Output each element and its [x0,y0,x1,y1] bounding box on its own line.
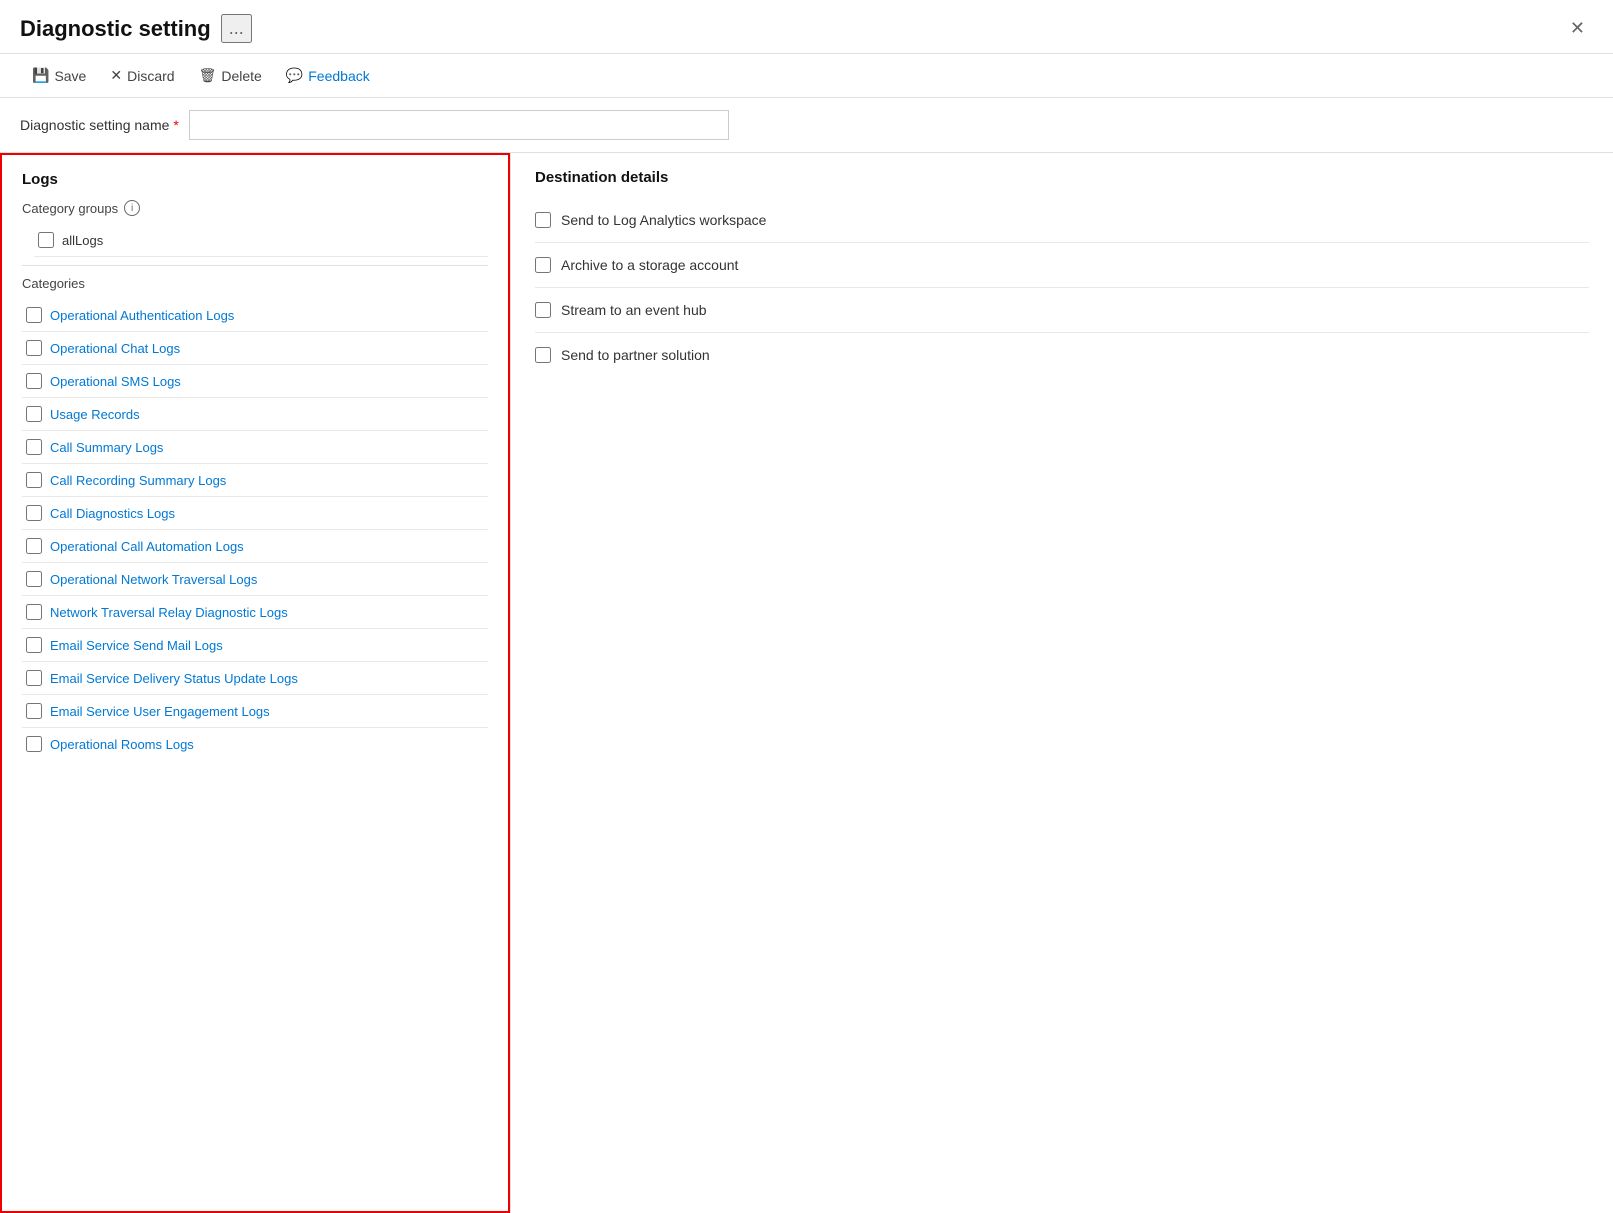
discard-button[interactable]: ✕ Discard [98,62,186,89]
destination-panel: Destination details Send to Log Analytic… [511,153,1613,1213]
page-title: Diagnostic setting [20,16,211,42]
destination-checkbox[interactable] [535,212,551,228]
destination-label[interactable]: Stream to an event hub [561,302,707,318]
category-checkbox[interactable] [26,406,42,422]
category-checkbox[interactable] [26,538,42,554]
title-bar: Diagnostic setting ... ✕ [0,0,1613,54]
alllogs-checkbox[interactable] [38,232,54,248]
delete-button[interactable]: 🗑 Delete [187,62,274,89]
category-label[interactable]: Email Service User Engagement Logs [50,704,270,719]
list-item: Operational Call Automation Logs [22,530,488,563]
category-groups-subsection: Category groups i [22,200,488,216]
category-label[interactable]: Operational Rooms Logs [50,737,194,752]
list-item: Call Diagnostics Logs [22,497,488,530]
list-item: Operational Rooms Logs [22,728,488,760]
category-label[interactable]: Operational Authentication Logs [50,308,234,323]
list-item: Send to Log Analytics workspace [535,198,1589,243]
categories-section: Categories Operational Authentication Lo… [22,276,488,760]
alllogs-row: allLogs [34,224,488,257]
category-checkbox[interactable] [26,373,42,389]
category-label[interactable]: Operational SMS Logs [50,374,181,389]
discard-label: Discard [127,68,174,84]
category-checkbox[interactable] [26,637,42,653]
setting-name-label: Diagnostic setting name * [20,117,179,133]
alllogs-label[interactable]: allLogs [62,233,103,248]
toolbar: 💾 Save ✕ Discard 🗑 Delete 💬 Feedback [0,54,1613,98]
close-button[interactable]: ✕ [1562,16,1593,41]
save-label: Save [54,68,86,84]
title-bar-left: Diagnostic setting ... [20,14,252,43]
logs-section-title: Logs [22,171,488,188]
ellipsis-button[interactable]: ... [221,14,252,43]
destination-label[interactable]: Archive to a storage account [561,257,738,273]
category-checkbox[interactable] [26,604,42,620]
destination-checkbox[interactable] [535,302,551,318]
destination-label[interactable]: Send to Log Analytics workspace [561,212,766,228]
list-item: Stream to an event hub [535,288,1589,333]
list-item: Archive to a storage account [535,243,1589,288]
destination-checkbox[interactable] [535,257,551,273]
setting-name-input[interactable] [189,110,729,140]
list-item: Call Summary Logs [22,431,488,464]
category-checkbox[interactable] [26,307,42,323]
category-checkbox[interactable] [26,703,42,719]
logs-panel: Logs Category groups i allLogs Categorie… [0,153,510,1213]
category-checkbox[interactable] [26,439,42,455]
divider-line [22,265,488,266]
category-checkbox[interactable] [26,670,42,686]
delete-icon: 🗑 [199,67,217,84]
feedback-label: Feedback [308,68,369,84]
destination-label[interactable]: Send to partner solution [561,347,710,363]
category-checkbox[interactable] [26,505,42,521]
save-icon: 💾 [32,67,49,84]
category-checkbox[interactable] [26,340,42,356]
category-label[interactable]: Call Recording Summary Logs [50,473,226,488]
list-item: Usage Records [22,398,488,431]
destination-checkbox[interactable] [535,347,551,363]
category-label[interactable]: Call Summary Logs [50,440,163,455]
destination-title: Destination details [535,169,1589,186]
feedback-icon: 💬 [286,67,303,84]
categories-label: Categories [22,276,488,291]
category-label[interactable]: Operational Chat Logs [50,341,180,356]
list-item: Email Service Send Mail Logs [22,629,488,662]
destinations-list: Send to Log Analytics workspace Archive … [535,198,1589,377]
list-item: Email Service User Engagement Logs [22,695,488,728]
list-item: Call Recording Summary Logs [22,464,488,497]
list-item: Operational Authentication Logs [22,299,488,332]
category-label[interactable]: Network Traversal Relay Diagnostic Logs [50,605,288,620]
category-checkbox[interactable] [26,571,42,587]
category-label[interactable]: Operational Call Automation Logs [50,539,244,554]
info-icon[interactable]: i [124,200,140,216]
category-label[interactable]: Email Service Delivery Status Update Log… [50,671,298,686]
list-item: Email Service Delivery Status Update Log… [22,662,488,695]
category-label[interactable]: Usage Records [50,407,140,422]
list-item: Operational Chat Logs [22,332,488,365]
discard-icon: ✕ [110,67,122,84]
category-label[interactable]: Operational Network Traversal Logs [50,572,257,587]
list-item: Operational SMS Logs [22,365,488,398]
required-indicator: * [173,117,178,133]
category-label[interactable]: Email Service Send Mail Logs [50,638,223,653]
list-item: Network Traversal Relay Diagnostic Logs [22,596,488,629]
category-checkbox[interactable] [26,736,42,752]
category-label[interactable]: Call Diagnostics Logs [50,506,175,521]
save-button[interactable]: 💾 Save [20,62,98,89]
category-groups-label: Category groups [22,201,118,216]
main-content: Logs Category groups i allLogs Categorie… [0,153,1613,1213]
categories-list: Operational Authentication Logs Operatio… [22,299,488,760]
delete-label: Delete [221,68,261,84]
list-item: Operational Network Traversal Logs [22,563,488,596]
feedback-button[interactable]: 💬 Feedback [274,62,382,89]
list-item: Send to partner solution [535,333,1589,377]
category-checkbox[interactable] [26,472,42,488]
setting-name-row: Diagnostic setting name * [0,98,1613,153]
